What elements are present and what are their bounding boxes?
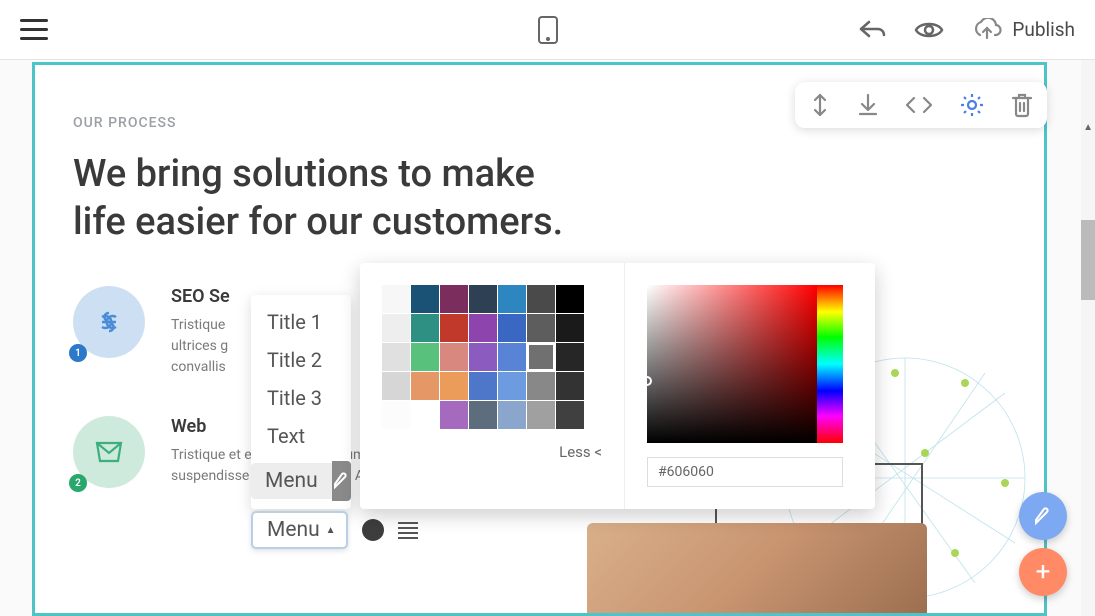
color-swatch[interactable] [411, 285, 439, 313]
content-image [587, 523, 927, 613]
section-toolbar [795, 82, 1047, 128]
add-fab[interactable]: + [1019, 548, 1067, 596]
color-swatch[interactable] [382, 285, 410, 313]
vertical-scrollbar[interactable]: ▲ [1081, 60, 1095, 616]
code-section-icon[interactable] [905, 94, 933, 116]
process-desc: Tristique ultrices g convallis [171, 315, 230, 378]
hue-slider[interactable] [817, 285, 843, 443]
process-badge: 2 [69, 474, 87, 492]
text-style-title2[interactable]: Title 2 [251, 341, 351, 379]
color-swatch[interactable] [556, 285, 584, 313]
color-swatch[interactable] [556, 314, 584, 342]
color-swatch[interactable] [469, 343, 497, 371]
color-swatch[interactable] [440, 314, 468, 342]
color-swatch[interactable] [411, 343, 439, 371]
color-swatch[interactable] [440, 372, 468, 400]
process-title: SEO Se [171, 286, 230, 307]
color-swatch[interactable] [411, 372, 439, 400]
color-swatch[interactable] [469, 401, 497, 429]
color-swatch[interactable] [411, 401, 439, 429]
color-swatch[interactable] [469, 285, 497, 313]
color-swatch[interactable] [556, 343, 584, 371]
move-section-icon[interactable] [809, 92, 831, 118]
edit-style-icon[interactable] [332, 461, 351, 501]
color-swatch[interactable] [527, 285, 555, 313]
color-swatch[interactable] [556, 401, 584, 429]
top-toolbar: Publish [0, 0, 1095, 60]
process-badge: 1 [69, 344, 87, 362]
text-style-title1[interactable]: Title 1 [251, 303, 351, 341]
text-style-title3[interactable]: Title 3 [251, 379, 351, 417]
menu-button-preview[interactable]: Menu [251, 463, 332, 499]
color-swatch[interactable] [440, 343, 468, 371]
text-style-text[interactable]: Text [251, 417, 351, 455]
color-swatch[interactable] [527, 314, 555, 342]
color-swatch[interactable] [382, 343, 410, 371]
delete-section-icon[interactable] [1011, 92, 1033, 118]
menu-dropdown-button[interactable]: Menu ▲ [251, 511, 348, 549]
color-swatch[interactable] [527, 343, 555, 371]
process-icon-web: 2 [73, 416, 145, 488]
preview-eye-icon[interactable] [914, 19, 944, 41]
color-swatch[interactable] [527, 401, 555, 429]
color-swatch[interactable] [469, 314, 497, 342]
caret-up-icon: ▲ [326, 525, 336, 536]
color-swatch[interactable] [440, 401, 468, 429]
color-swatch[interactable] [382, 401, 410, 429]
download-section-icon[interactable] [857, 93, 879, 117]
publish-button[interactable]: Publish [972, 18, 1075, 42]
menu-dropdown-label: Menu [267, 518, 320, 542]
color-swatch[interactable] [556, 372, 584, 400]
picker-panel [625, 263, 875, 509]
color-swatch[interactable] [382, 314, 410, 342]
less-toggle-link[interactable]: Less < [382, 443, 602, 461]
color-swatch[interactable] [498, 401, 526, 429]
hex-input[interactable] [647, 457, 843, 487]
color-swatch[interactable] [498, 314, 526, 342]
color-swatch[interactable] [440, 285, 468, 313]
text-style-menu: Title 1 Title 2 Title 3 Text Menu [251, 295, 351, 509]
color-picker-popover: Less < [360, 263, 875, 509]
hamburger-menu-button[interactable] [20, 19, 48, 40]
color-swatch[interactable] [411, 314, 439, 342]
color-swatch[interactable] [527, 372, 555, 400]
color-swatch[interactable] [469, 372, 497, 400]
color-swatch[interactable] [498, 372, 526, 400]
color-swatch[interactable] [498, 343, 526, 371]
swatch-panel: Less < [360, 263, 625, 509]
edit-fab[interactable] [1019, 492, 1067, 540]
picker-cursor[interactable] [642, 376, 652, 386]
saturation-lightness-box[interactable] [647, 285, 817, 443]
publish-label: Publish [1012, 18, 1075, 41]
scrollbar-thumb[interactable] [1081, 220, 1095, 300]
mobile-preview-icon[interactable] [537, 15, 559, 45]
undo-icon[interactable] [858, 18, 886, 42]
color-swatch[interactable] [498, 285, 526, 313]
swatch-grid [382, 285, 602, 429]
scrollbar-up-arrow[interactable]: ▲ [1083, 122, 1093, 133]
align-lines-icon[interactable] [398, 522, 418, 539]
settings-gear-icon[interactable] [959, 92, 985, 118]
process-icon-seo: 1 [73, 286, 145, 358]
color-swatch[interactable] [382, 372, 410, 400]
section-heading[interactable]: We bring solutions to make life easier f… [73, 151, 573, 246]
text-color-swatch[interactable] [362, 519, 384, 541]
